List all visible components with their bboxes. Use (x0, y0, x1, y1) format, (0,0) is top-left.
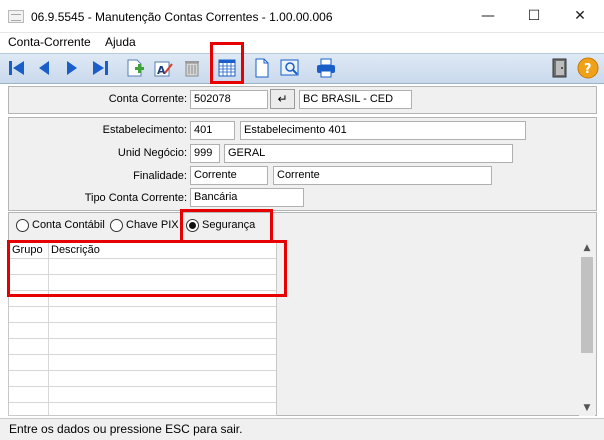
next-record-icon[interactable] (61, 57, 83, 79)
title-bar: 06.9.5545 - Manutenção Contas Correntes … (0, 0, 604, 33)
radio-dot-icon (110, 219, 123, 232)
table-row[interactable] (9, 403, 276, 415)
svg-text:A: A (157, 64, 166, 77)
first-record-icon[interactable] (6, 57, 28, 79)
unid-negocio-label: Unid Negócio: (117, 147, 187, 159)
finalidade-desc-field: Corrente (273, 166, 492, 185)
scroll-up-icon[interactable]: ▲ (579, 241, 595, 255)
estabelecimento-label: Estabelecimento: (102, 124, 187, 136)
toolbar: A ? (0, 53, 604, 84)
status-message: Entre os dados ou pressione ESC para sai… (9, 422, 243, 436)
finalidade-label: Finalidade: (133, 170, 187, 182)
minimize-button[interactable]: — (465, 0, 511, 33)
column-header-grupo[interactable]: Grupo (12, 244, 43, 256)
radio-dot-icon (16, 219, 29, 232)
table-row[interactable] (9, 387, 276, 403)
table-row[interactable] (9, 339, 276, 355)
table-row[interactable] (9, 323, 276, 339)
window-title: 06.9.5545 - Manutenção Contas Correntes … (31, 10, 333, 24)
security-grid[interactable]: Grupo Descrição (8, 241, 277, 416)
unid-negocio-code-input[interactable]: 999 (190, 144, 220, 163)
estabelecimento-code-input[interactable]: 401 (190, 121, 235, 140)
table-row[interactable] (9, 275, 276, 291)
tipo-conta-input[interactable]: Bancária (190, 188, 304, 207)
vertical-scrollbar[interactable]: ▲ ▼ (579, 241, 595, 416)
last-record-icon[interactable] (89, 57, 111, 79)
maximize-button[interactable]: ☐ (511, 0, 557, 33)
close-button[interactable]: ✕ (557, 0, 603, 33)
radio-dot-selected-icon (186, 219, 199, 232)
scrollbar-thumb[interactable] (581, 257, 593, 353)
finalidade-input[interactable]: Corrente (190, 166, 268, 185)
unid-negocio-name-field: GERAL (224, 144, 513, 163)
svg-text:?: ? (584, 62, 592, 77)
delete-record-icon[interactable] (181, 57, 203, 79)
help-icon[interactable]: ? (577, 57, 599, 79)
table-row[interactable] (9, 355, 276, 371)
radio-label: Chave PIX (126, 219, 179, 231)
scroll-down-icon[interactable]: ▼ (579, 401, 595, 415)
blank-document-icon[interactable] (251, 57, 273, 79)
print-icon[interactable] (315, 57, 337, 79)
edit-record-icon[interactable]: A (152, 57, 174, 79)
table-row[interactable] (9, 259, 276, 275)
column-header-descricao[interactable]: Descrição (51, 244, 100, 256)
app-icon (8, 10, 24, 23)
radio-label: Segurança (202, 219, 256, 231)
exit-door-icon[interactable] (548, 57, 570, 79)
conta-name-field: BC BRASIL - CED (299, 90, 412, 109)
status-bar: Entre os dados ou pressione ESC para sai… (0, 418, 604, 440)
table-row[interactable] (9, 307, 276, 323)
conta-corrente-label: Conta Corrente: (108, 93, 187, 105)
menu-ajuda[interactable]: Ajuda (105, 35, 136, 49)
table-row[interactable] (9, 291, 276, 307)
table-row[interactable] (9, 371, 276, 387)
calendar-grid-icon[interactable] (216, 57, 238, 79)
conta-corrente-input[interactable]: 502078 (190, 90, 268, 109)
tipo-conta-label: Tipo Conta Corrente: (84, 192, 187, 204)
menu-conta-corrente[interactable]: Conta-Corrente (8, 35, 91, 49)
previous-record-icon[interactable] (33, 57, 55, 79)
grid-header: Grupo Descrição (9, 242, 276, 259)
preview-icon[interactable] (279, 57, 301, 79)
add-record-icon[interactable] (124, 57, 146, 79)
radio-label: Conta Contábil (32, 219, 105, 231)
enter-button[interactable]: ↵ (270, 89, 295, 109)
menu-bar: Conta-Corrente Ajuda (0, 33, 604, 53)
estabelecimento-name-field: Estabelecimento 401 (240, 121, 526, 140)
